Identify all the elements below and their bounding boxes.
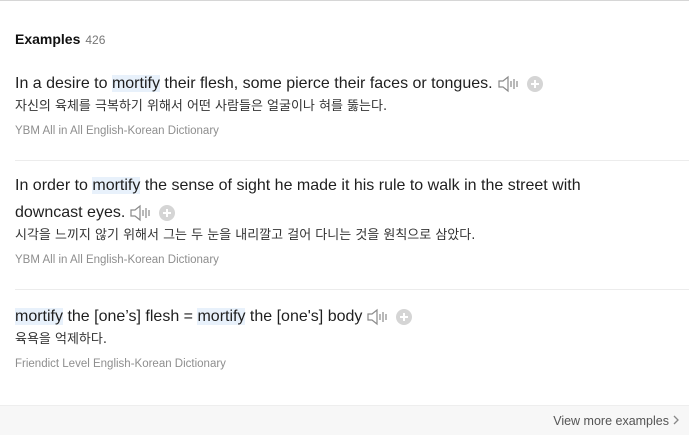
example-korean: 자신의 육체를 극복하기 위해서 어떤 사람들은 얼굴이나 혀를 뚫는다. bbox=[15, 99, 388, 114]
example-english: mortify the [one’s] flesh = mortify the … bbox=[15, 303, 635, 330]
example-source: YBM All in All English-Korean Dictionary bbox=[15, 125, 219, 137]
example-text: the [one’s] flesh = bbox=[63, 308, 198, 325]
add-plus-icon[interactable] bbox=[396, 308, 413, 325]
example-text: In a desire to bbox=[15, 75, 112, 92]
example-actions bbox=[129, 204, 176, 222]
chevron-right-icon bbox=[673, 414, 679, 428]
examples-count: 426 bbox=[85, 33, 106, 47]
highlighted-word: mortify bbox=[111, 75, 160, 92]
speaker-icon[interactable] bbox=[366, 308, 390, 326]
example-item: In a desire to mortify their flesh, some… bbox=[15, 70, 689, 161]
add-plus-icon[interactable] bbox=[526, 75, 543, 92]
examples-panel: Examples 426 In a desire to mortify thei… bbox=[0, 0, 689, 435]
example-actions bbox=[497, 75, 543, 93]
highlighted-word: mortify bbox=[197, 308, 246, 325]
example-item: In order to mortify the sense of sight h… bbox=[15, 172, 689, 290]
example-item: mortify the [one’s] flesh = mortify the … bbox=[15, 303, 689, 383]
speaker-icon[interactable] bbox=[497, 75, 521, 93]
example-english: In order to mortify the sense of sight h… bbox=[15, 172, 635, 226]
example-korean: 육욕을 억제하다. bbox=[15, 332, 107, 347]
highlighted-word: mortify bbox=[15, 308, 63, 325]
example-source: Friendict Level English-Korean Dictionar… bbox=[15, 358, 226, 370]
speaker-icon[interactable] bbox=[129, 204, 153, 222]
example-actions bbox=[366, 308, 413, 326]
view-more-label: View more examples bbox=[553, 414, 669, 428]
example-text: In order to bbox=[15, 177, 93, 194]
examples-title: Examples bbox=[15, 31, 81, 47]
example-text: the [one's] body bbox=[245, 308, 363, 325]
example-text: their flesh, some pierce their faces or … bbox=[159, 75, 493, 92]
highlighted-word: mortify bbox=[92, 177, 141, 194]
view-more-link[interactable]: View more examples bbox=[553, 414, 679, 428]
example-english: In a desire to mortify their flesh, some… bbox=[15, 70, 635, 97]
example-korean: 시각을 느끼지 않기 위해서 그는 두 눈을 내리깔고 걸어 다니는 것을 원칙… bbox=[15, 228, 476, 243]
add-plus-icon[interactable] bbox=[159, 204, 176, 221]
examples-header: Examples 426 bbox=[15, 31, 105, 47]
view-more-bar: View more examples bbox=[0, 405, 689, 435]
example-source: YBM All in All English-Korean Dictionary bbox=[15, 254, 219, 266]
